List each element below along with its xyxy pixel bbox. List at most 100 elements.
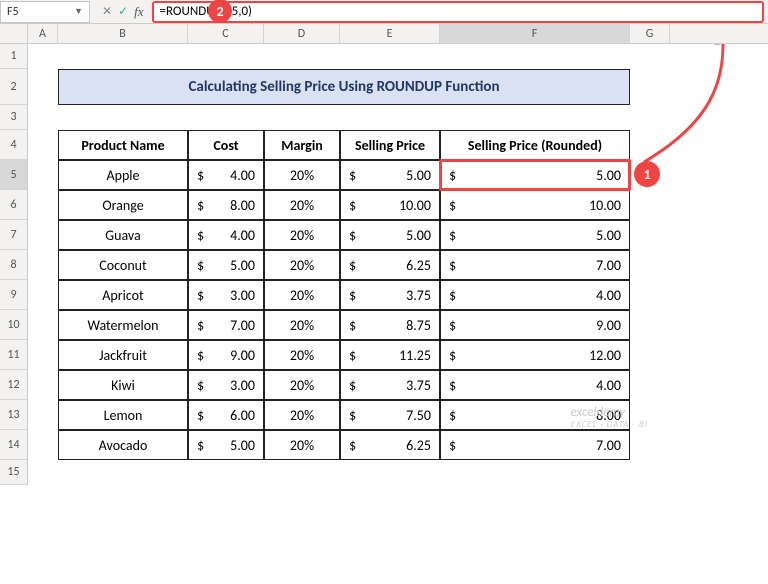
row-header-5[interactable]: 5	[0, 160, 27, 190]
row-header-4[interactable]: 4	[0, 130, 27, 160]
col-header-C[interactable]: C	[188, 24, 264, 43]
select-all-corner[interactable]	[0, 24, 28, 43]
row-header-7[interactable]: 7	[0, 220, 27, 250]
table-row: Jackfruit$9.0020%$11.25$12.00	[58, 340, 630, 370]
cell-cost[interactable]: $6.00	[188, 400, 264, 430]
cell-product[interactable]: Avocado	[58, 430, 188, 460]
header-product[interactable]: Product Name	[58, 130, 188, 160]
cell-product[interactable]: Lemon	[58, 400, 188, 430]
cell-margin[interactable]: 20%	[264, 430, 340, 460]
cell-selling[interactable]: $5.00	[340, 160, 440, 190]
cell-selling[interactable]: $3.75	[340, 370, 440, 400]
watermark: exceldemy EXCEL · DATA · BI	[571, 406, 648, 430]
cell-cost[interactable]: $3.00	[188, 280, 264, 310]
cell-cost[interactable]: $8.00	[188, 190, 264, 220]
row-header-11[interactable]: 11	[0, 340, 27, 370]
cell-rounded[interactable]: $12.00	[440, 340, 630, 370]
cell-selling[interactable]: $6.25	[340, 250, 440, 280]
table-row: Apricot$3.0020%$3.75$4.00	[58, 280, 630, 310]
cell-margin[interactable]: 20%	[264, 340, 340, 370]
cell-margin[interactable]: 20%	[264, 160, 340, 190]
col-header-F[interactable]: F	[440, 24, 630, 43]
row-header-3[interactable]: 3	[0, 105, 27, 130]
cell-selling[interactable]: $6.25	[340, 430, 440, 460]
row-header-13[interactable]: 13	[0, 400, 27, 430]
cell-margin[interactable]: 20%	[264, 370, 340, 400]
cell-rounded[interactable]: $7.00	[440, 430, 630, 460]
col-header-D[interactable]: D	[264, 24, 340, 43]
cell-rounded[interactable]: $9.00	[440, 310, 630, 340]
table-header-row: Product Name Cost Margin Selling Price S…	[58, 130, 630, 160]
cell-product[interactable]: Coconut	[58, 250, 188, 280]
cell-cost[interactable]: $4.00	[188, 220, 264, 250]
cell-rounded[interactable]: $4.00	[440, 280, 630, 310]
cell-selling[interactable]: $8.75	[340, 310, 440, 340]
cell-product[interactable]: Apple	[58, 160, 188, 190]
name-box-dropdown-icon[interactable]: ▼	[74, 6, 83, 17]
cell-product[interactable]: Guava	[58, 220, 188, 250]
table-row: Watermelon$7.0020%$8.75$9.00	[58, 310, 630, 340]
callout-2-badge: 2	[208, 0, 232, 23]
table-row: Avocado$5.0020%$6.25$7.00	[58, 430, 630, 460]
data-table: Product Name Cost Margin Selling Price S…	[58, 130, 630, 460]
cells-area[interactable]: exceldemy EXCEL · DATA · BI Calculating …	[28, 44, 768, 485]
fx-icon[interactable]: fx	[134, 4, 143, 20]
cell-selling[interactable]: $7.50	[340, 400, 440, 430]
column-headers: A B C D E F G	[0, 24, 768, 44]
name-box-value: F5	[7, 5, 19, 19]
cell-cost[interactable]: $3.00	[188, 370, 264, 400]
table-row: Guava$4.0020%$5.00$5.00	[58, 220, 630, 250]
row-header-6[interactable]: 6	[0, 190, 27, 220]
formula-bar[interactable]: =ROUNDUP(E5,0)	[152, 1, 764, 23]
col-header-E[interactable]: E	[340, 24, 440, 43]
row-headers: 1 2 3 4 5 6 7 8 9 10 11 12 13 14 15	[0, 44, 28, 485]
table-row: Kiwi$3.0020%$3.75$4.00	[58, 370, 630, 400]
row-header-8[interactable]: 8	[0, 250, 27, 280]
cell-product[interactable]: Orange	[58, 190, 188, 220]
cell-cost[interactable]: $9.00	[188, 340, 264, 370]
col-header-G[interactable]: G	[630, 24, 670, 43]
cell-margin[interactable]: 20%	[264, 190, 340, 220]
col-header-A[interactable]: A	[28, 24, 58, 43]
cell-cost[interactable]: $7.00	[188, 310, 264, 340]
cell-rounded[interactable]: $5.00	[440, 220, 630, 250]
cell-rounded[interactable]: $5.00	[440, 160, 630, 190]
cell-margin[interactable]: 20%	[264, 310, 340, 340]
cell-margin[interactable]: 20%	[264, 250, 340, 280]
cell-selling[interactable]: $11.25	[340, 340, 440, 370]
cell-selling[interactable]: $10.00	[340, 190, 440, 220]
cell-margin[interactable]: 20%	[264, 280, 340, 310]
cell-cost[interactable]: $5.00	[188, 430, 264, 460]
cell-rounded[interactable]: $7.00	[440, 250, 630, 280]
cell-product[interactable]: Watermelon	[58, 310, 188, 340]
header-rounded[interactable]: Selling Price (Rounded)	[440, 130, 630, 160]
header-selling[interactable]: Selling Price	[340, 130, 440, 160]
row-header-9[interactable]: 9	[0, 280, 27, 310]
cell-margin[interactable]: 20%	[264, 400, 340, 430]
col-header-B[interactable]: B	[58, 24, 188, 43]
cell-rounded[interactable]: $10.00	[440, 190, 630, 220]
row-header-14[interactable]: 14	[0, 430, 27, 460]
cell-selling[interactable]: $3.75	[340, 280, 440, 310]
cancel-icon[interactable]: ✕	[102, 4, 112, 19]
row-header-15[interactable]: 15	[0, 460, 27, 485]
cell-selling[interactable]: $5.00	[340, 220, 440, 250]
row-header-10[interactable]: 10	[0, 310, 27, 340]
callout-1-badge: 1	[634, 161, 660, 187]
header-margin[interactable]: Margin	[264, 130, 340, 160]
cell-product[interactable]: Kiwi	[58, 370, 188, 400]
row-header-2[interactable]: 2	[0, 69, 27, 105]
cell-product[interactable]: Jackfruit	[58, 340, 188, 370]
name-box[interactable]: F5 ▼	[0, 1, 90, 23]
header-cost[interactable]: Cost	[188, 130, 264, 160]
cell-margin[interactable]: 20%	[264, 220, 340, 250]
cell-cost[interactable]: $5.00	[188, 250, 264, 280]
title-cell[interactable]: Calculating Selling Price Using ROUNDUP …	[58, 69, 630, 105]
cell-cost[interactable]: $4.00	[188, 160, 264, 190]
cell-product[interactable]: Apricot	[58, 280, 188, 310]
row-header-1[interactable]: 1	[0, 44, 27, 69]
enter-icon[interactable]: ✓	[118, 4, 128, 19]
row-header-12[interactable]: 12	[0, 370, 27, 400]
cell-rounded[interactable]: $4.00	[440, 370, 630, 400]
table-row: Lemon$6.0020%$7.50$8.00	[58, 400, 630, 430]
